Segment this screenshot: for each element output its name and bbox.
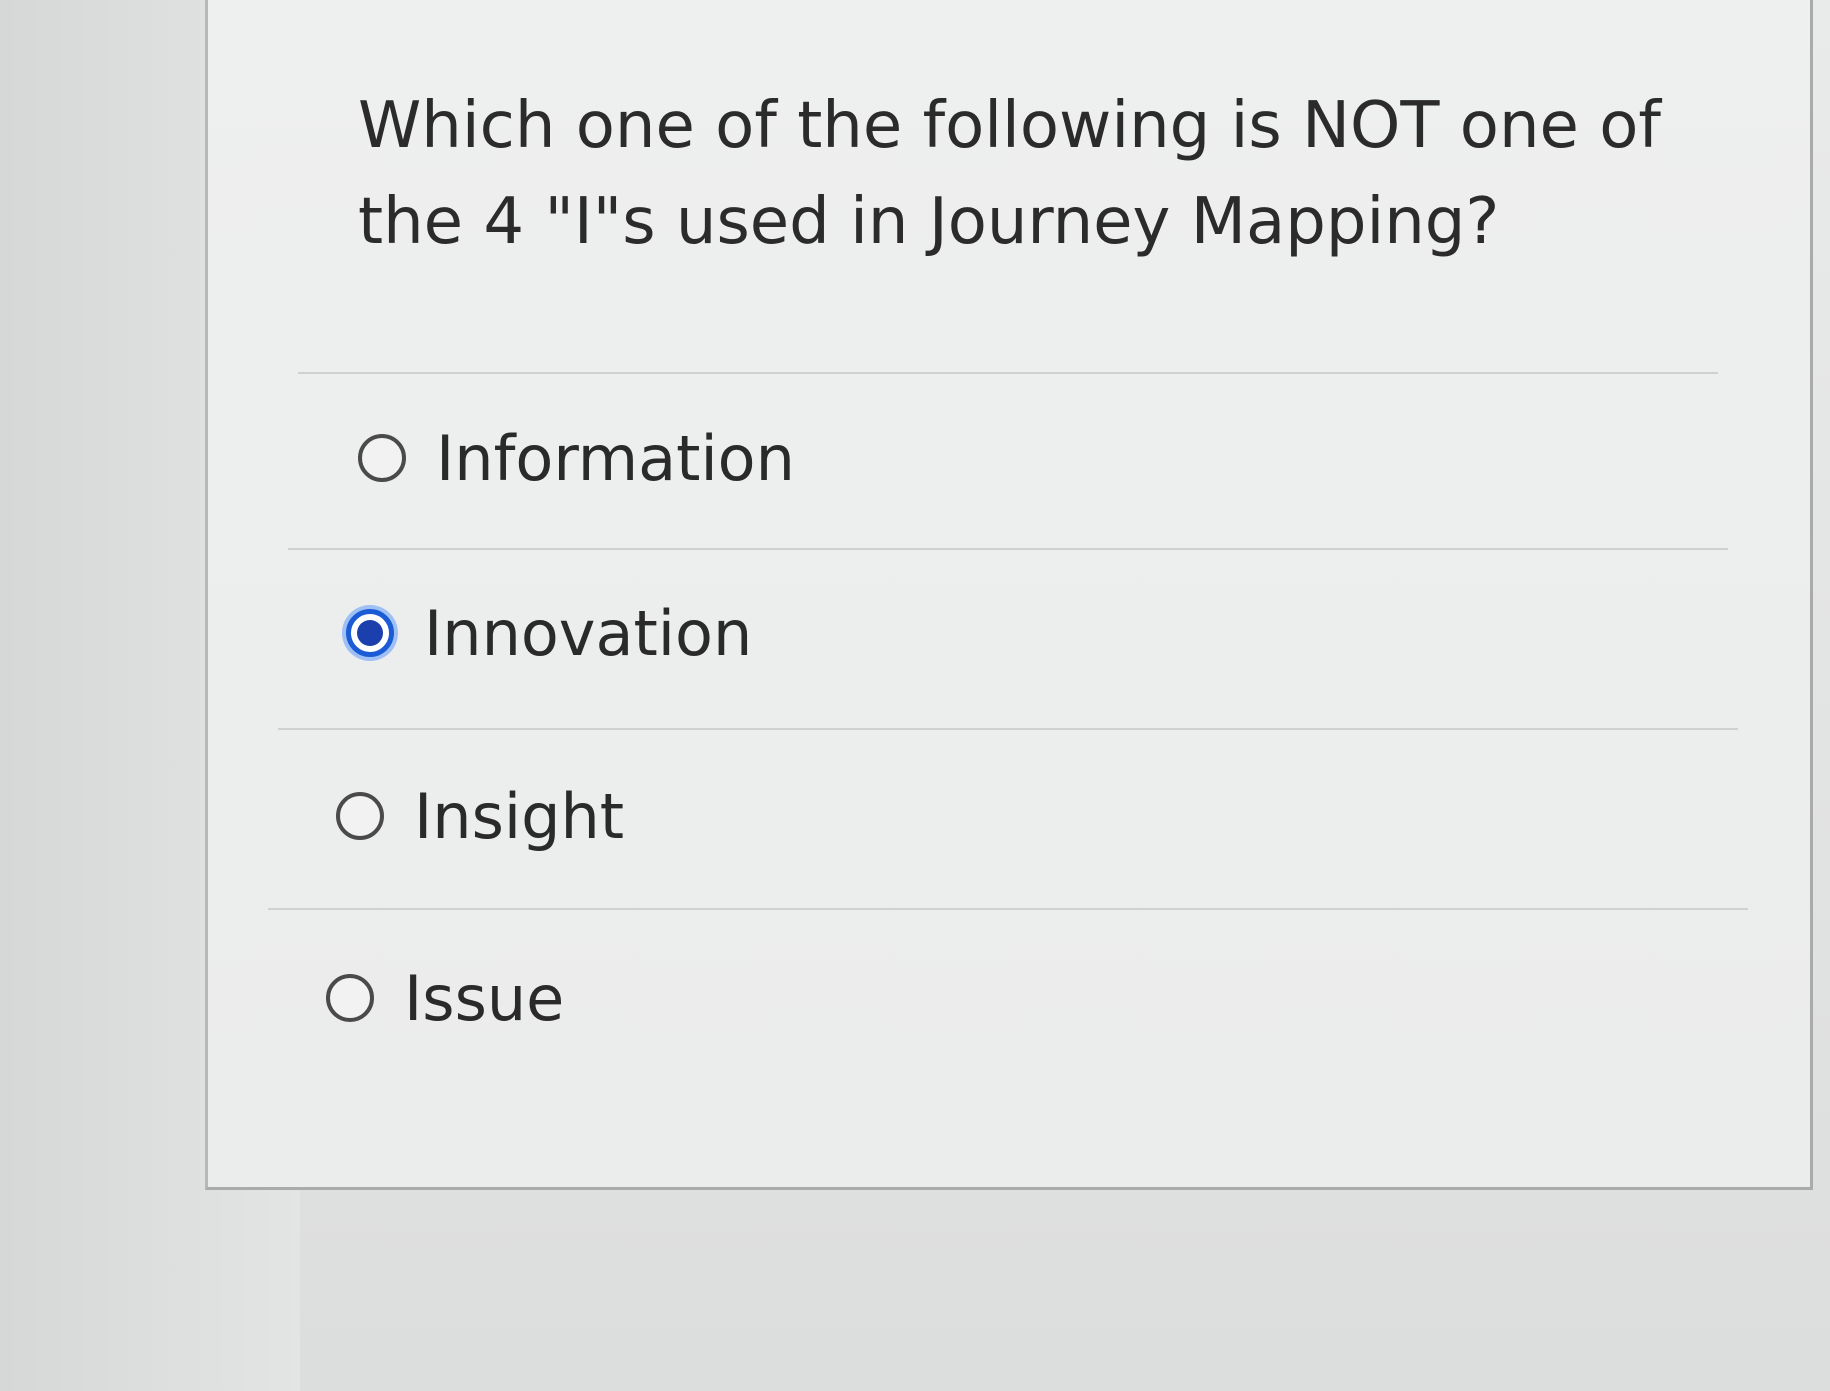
divider-3 bbox=[268, 908, 1748, 910]
option-insight[interactable]: Insight bbox=[336, 771, 624, 861]
option-information[interactable]: Information bbox=[358, 413, 795, 503]
radio-unchecked-icon[interactable] bbox=[358, 434, 406, 482]
radio-checked-icon[interactable] bbox=[346, 609, 394, 657]
radio-dot-icon bbox=[357, 620, 383, 646]
radio-unchecked-icon[interactable] bbox=[326, 974, 374, 1022]
divider-1 bbox=[288, 548, 1728, 550]
option-label: Information bbox=[436, 421, 795, 495]
radio-unchecked-icon[interactable] bbox=[336, 792, 384, 840]
option-label: Issue bbox=[404, 961, 565, 1035]
divider-top bbox=[298, 372, 1718, 374]
option-label: Insight bbox=[414, 779, 625, 853]
option-innovation[interactable]: Innovation bbox=[346, 588, 752, 678]
divider-2 bbox=[278, 728, 1738, 730]
question-card: Which one of the following is NOT one of… bbox=[205, 0, 1813, 1190]
option-label: Innovation bbox=[424, 596, 753, 670]
option-issue[interactable]: Issue bbox=[326, 953, 564, 1043]
question-text: Which one of the following is NOT one of… bbox=[358, 89, 1661, 259]
